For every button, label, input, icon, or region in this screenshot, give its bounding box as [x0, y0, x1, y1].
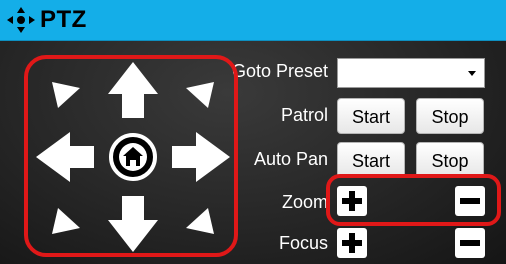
down-arrow-button[interactable]	[108, 196, 158, 252]
ptz-panel: PTZ Goto Preset Patrol Start Stop Auto P…	[0, 0, 506, 264]
zoom-label: Zoom	[281, 192, 328, 212]
patrol-label: Patrol	[280, 105, 328, 125]
home-button[interactable]	[109, 133, 157, 181]
focus-out-button[interactable]	[455, 228, 485, 258]
up-left-arrow-button[interactable]	[52, 82, 80, 108]
zoom-in-button[interactable]	[337, 186, 367, 216]
direction-pad	[36, 62, 230, 252]
left-arrow-button[interactable]	[36, 132, 94, 182]
ptz-header: PTZ	[0, 0, 506, 41]
goto-preset-label: Goto Preset	[231, 61, 328, 81]
auto-pan-start-button[interactable]: Start	[337, 142, 405, 178]
down-left-arrow-button[interactable]	[52, 208, 80, 234]
minus-icon	[460, 198, 480, 204]
patrol-start-button[interactable]: Start	[337, 98, 405, 134]
zoom-out-button[interactable]	[455, 186, 485, 216]
down-right-arrow-button[interactable]	[186, 208, 214, 234]
focus-label: Focus	[278, 233, 328, 253]
chevron-down-icon	[468, 71, 476, 76]
goto-preset-select[interactable]	[337, 58, 485, 88]
patrol-stop-button[interactable]: Stop	[416, 98, 484, 134]
up-right-arrow-button[interactable]	[186, 82, 214, 108]
up-arrow-button[interactable]	[108, 62, 158, 118]
header-title: PTZ	[40, 6, 87, 33]
focus-in-button[interactable]	[337, 228, 367, 258]
ptz-move-icon	[7, 7, 35, 33]
auto-pan-label: Auto Pan	[253, 149, 328, 169]
minus-icon	[460, 240, 480, 246]
auto-pan-stop-button[interactable]: Stop	[416, 142, 484, 178]
